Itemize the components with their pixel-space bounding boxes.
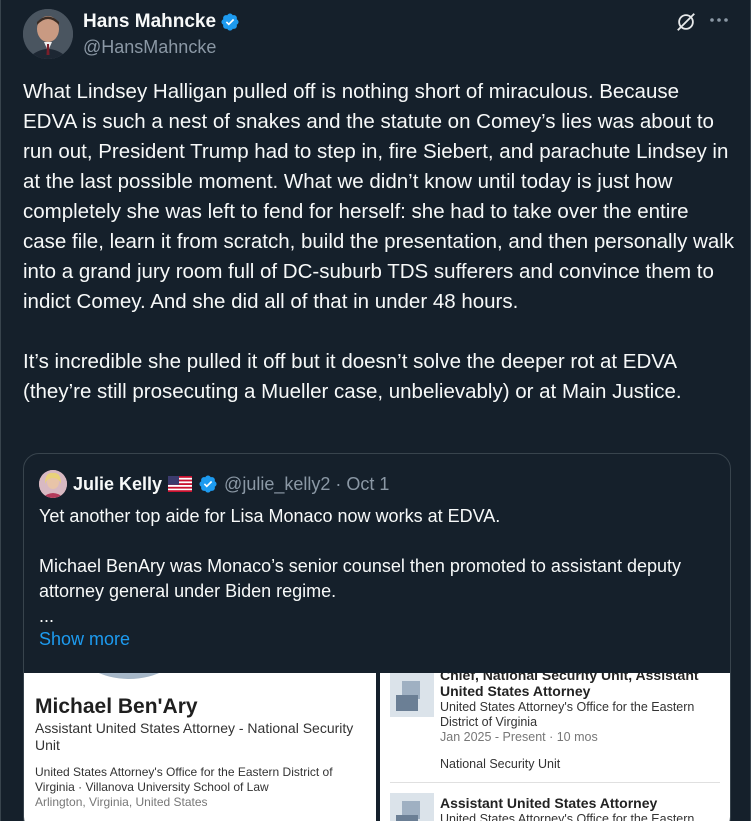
experience-partial-title: Chief, National Security Unit, Assistant: [440, 673, 699, 683]
profile-location: Arlington, Virginia, United States: [35, 795, 208, 809]
experience-org-2: United States Attorney's Office for the …: [440, 812, 695, 821]
author-handle[interactable]: @HansMahncke: [83, 37, 216, 58]
quote-image-experience[interactable]: Chief, National Security Unit, Assistant…: [380, 673, 730, 821]
quote-author-name[interactable]: Julie Kelly: [73, 474, 162, 495]
experience-logo-icon: [390, 673, 434, 717]
grok-icon[interactable]: [675, 11, 697, 33]
more-icon[interactable]: [707, 8, 731, 32]
quote-header: Julie Kelly @julie_kelly2 · Oct 1: [39, 470, 389, 498]
show-more-link[interactable]: Show more: [39, 629, 130, 650]
experience-divider: [390, 782, 720, 783]
author-name[interactable]: Hans Mahncke: [83, 11, 216, 33]
profile-org: United States Attorney's Office for the …: [35, 765, 333, 794]
experience-unit-1: National Security Unit: [440, 757, 561, 771]
experience-date-1: Jan 2025 - Present · 10 mos: [440, 730, 598, 744]
quote-text: Yet another top aide for Lisa Monaco now…: [39, 506, 682, 626]
experience-org-1: United States Attorney's Office for the …: [440, 700, 695, 729]
profile-photo-placeholder: [74, 673, 184, 683]
tweet-body: What Lindsey Halligan pulled off is noth…: [23, 80, 735, 403]
experience-title-1: United States Attorney: [440, 683, 591, 699]
quoted-tweet[interactable]: Julie Kelly @julie_kelly2 · Oct 1 Yet an…: [23, 453, 731, 821]
author-name-row: Hans Mahncke: [83, 11, 240, 33]
us-flag-icon: [168, 476, 193, 492]
profile-name: Michael Ben'Ary: [35, 695, 198, 718]
profile-title: Assistant United States Attorney - Natio…: [35, 720, 354, 753]
quote-verified-badge-icon: [199, 475, 217, 493]
author-avatar[interactable]: [23, 9, 73, 59]
experience-title-2: Assistant United States Attorney: [440, 795, 658, 811]
tweet-card: Hans Mahncke @HansMahncke What Lindsey H…: [0, 0, 751, 821]
verified-badge-icon: [221, 13, 239, 31]
quote-handle-date[interactable]: @julie_kelly2 · Oct 1: [224, 474, 389, 495]
quote-image-profile[interactable]: Michael Ben'Ary Assistant United States …: [24, 673, 376, 821]
quote-author-avatar[interactable]: [39, 470, 67, 498]
experience-logo-icon: [390, 793, 434, 821]
